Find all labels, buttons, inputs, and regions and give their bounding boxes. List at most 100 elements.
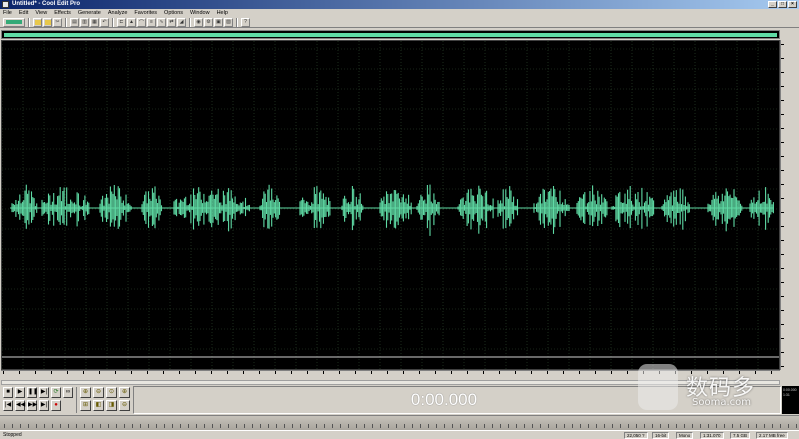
level-meter-tick [164, 424, 165, 428]
time-ruler[interactable] [1, 370, 780, 380]
level-meter-tick [428, 424, 429, 428]
pause-icon[interactable]: ❚❚ [27, 387, 38, 398]
level-meter-tick [364, 424, 365, 428]
status-disk: 2.17 MB free [756, 432, 788, 439]
level-meter-tick [484, 424, 485, 428]
play-to-end-icon[interactable]: ▶| [39, 387, 49, 398]
ruler-tick [781, 128, 784, 129]
zoom-out-v-icon[interactable]: ⊖ [119, 400, 130, 411]
level-meter-tick [108, 424, 109, 428]
open-icon[interactable] [33, 17, 42, 27]
overview-bar[interactable] [1, 30, 780, 39]
ruler-tick [781, 352, 784, 353]
level-meter-tick [284, 424, 285, 428]
level-meter-tick [476, 424, 477, 428]
settings-icon[interactable]: ⚙ [204, 17, 213, 27]
menu-favorites[interactable]: Favorites [134, 10, 157, 16]
menu-window[interactable]: Window [190, 10, 210, 16]
rewind-start-icon[interactable]: |◀ [3, 400, 13, 411]
ruler-tick [781, 58, 784, 59]
wave-view-icon[interactable] [3, 17, 25, 27]
loop-icon[interactable]: ⟳ [51, 387, 61, 398]
zoom-in-v-icon[interactable]: ⊕ [119, 387, 130, 398]
rewind-icon[interactable]: ◀◀ [15, 400, 25, 411]
level-meter-tick [28, 424, 29, 428]
zoom-in-h-icon[interactable]: ⊕ [80, 387, 91, 398]
record-icon[interactable]: ● [51, 400, 61, 411]
undo-icon[interactable]: ↶ [100, 17, 109, 27]
spectral-icon[interactable]: ▣ [214, 17, 223, 27]
filter-icon[interactable]: ▧ [224, 17, 233, 27]
status-duration: 1:31.070 [700, 432, 724, 439]
time-ruler-tick [275, 371, 276, 374]
reverse-icon[interactable]: ⇄ [167, 17, 176, 27]
help-icon[interactable]: ? [241, 17, 250, 27]
maximize-button[interactable]: □ [778, 1, 787, 8]
waveform-canvas[interactable] [2, 41, 779, 369]
fast-forward-icon[interactable]: ▶▶ [27, 400, 37, 411]
time-ruler-tick [451, 371, 452, 374]
time-ruler-tick [131, 371, 132, 374]
menu-edit[interactable]: Edit [19, 10, 28, 16]
level-meter-tick [132, 424, 133, 428]
ruler-tick [781, 338, 784, 339]
copy-icon[interactable]: ▤ [70, 17, 79, 27]
repeat-icon[interactable]: ∞ [63, 387, 73, 398]
waveform-display[interactable] [1, 40, 780, 370]
menu-effects[interactable]: Effects [54, 10, 71, 16]
close-button[interactable]: × [788, 1, 797, 8]
normalize-icon[interactable]: ≡ [147, 17, 156, 27]
time-ruler-tick [515, 371, 516, 374]
level-meter-tick [788, 424, 789, 428]
time-panel: 0:00.000 [133, 386, 781, 414]
menu-help[interactable]: Help [217, 10, 228, 16]
level-meter-tick [252, 424, 253, 428]
mix-paste-icon[interactable]: ▦ [90, 17, 99, 27]
level-meter-tick [732, 424, 733, 428]
play-icon[interactable]: ▶ [15, 387, 25, 398]
level-meter-tick [628, 424, 629, 428]
menu-file[interactable]: File [3, 10, 12, 16]
fade-icon[interactable]: ◢ [177, 17, 186, 27]
level-meter-tick [780, 424, 781, 428]
horizontal-scrollbar[interactable] [1, 380, 780, 385]
noise-reduction-icon[interactable]: ∿ [157, 17, 166, 27]
menu-view[interactable]: View [35, 10, 47, 16]
trim-icon[interactable]: ⊏ [117, 17, 126, 27]
time-ruler-tick [547, 371, 548, 374]
zoom-left-icon[interactable]: ◧ [93, 400, 104, 411]
amplify-icon[interactable]: ▲ [127, 17, 136, 27]
cut-icon[interactable]: ✂ [53, 17, 62, 27]
time-ruler-tick [435, 371, 436, 374]
envelope-icon[interactable]: ⌒ [137, 17, 146, 27]
level-meter-tick [508, 424, 509, 428]
time-ruler-tick [307, 371, 308, 374]
level-meter-tick [380, 424, 381, 428]
level-meter-tick [60, 424, 61, 428]
menu-generate[interactable]: Generate [78, 10, 101, 16]
level-meter-tick [92, 424, 93, 428]
level-meter-tick [324, 424, 325, 428]
level-meter-tick [44, 424, 45, 428]
overview-range[interactable] [4, 33, 777, 37]
paste-icon[interactable]: ▥ [80, 17, 89, 27]
forward-end-icon[interactable]: ▶| [39, 400, 49, 411]
menu-analyze[interactable]: Analyze [108, 10, 128, 16]
zoom-right-icon[interactable]: ◨ [106, 400, 117, 411]
cd-player-icon[interactable]: ◉ [194, 17, 203, 27]
zoom-full-icon[interactable]: ⊙ [106, 387, 117, 398]
menu-options[interactable]: Options [164, 10, 183, 16]
ruler-tick [781, 170, 784, 171]
time-ruler-tick [739, 371, 740, 374]
zoom-sel-icon[interactable]: ⊞ [80, 400, 91, 411]
level-meter-tick [564, 424, 565, 428]
level-meter-tick [100, 424, 101, 428]
toolbar-separator [236, 17, 238, 27]
zoom-out-h-icon[interactable]: ⊖ [93, 387, 104, 398]
save-icon[interactable] [43, 17, 52, 27]
level-meter-tick [772, 424, 773, 428]
stop-icon[interactable]: ■ [3, 387, 13, 398]
time-ruler-tick [611, 371, 612, 374]
level-meter-tick [172, 424, 173, 428]
minimize-button[interactable]: _ [768, 1, 777, 8]
